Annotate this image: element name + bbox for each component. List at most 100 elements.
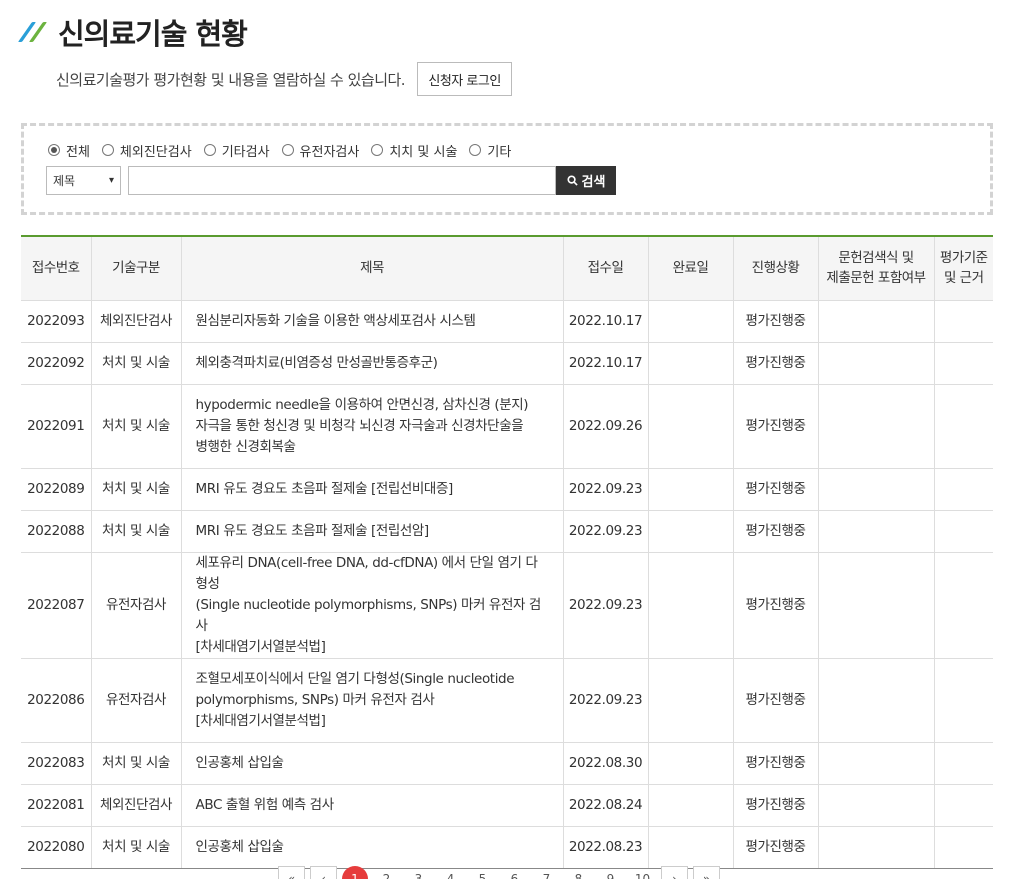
intro-row: 신의료기술평가 평가현황 및 내용을 열람하실 수 있습니다. 신청자 로그인: [56, 62, 513, 96]
technology-table: 접수번호 기술구분 제목 접수일 완료일 진행상황 문헌검색식 및 제출문헌 포함여부 평가기준…: [21, 235, 993, 869]
next-page-button[interactable]: ›: [661, 866, 688, 879]
basis-cell: [933, 784, 993, 827]
applicant-login-button[interactable]: 신청자 로그인: [417, 62, 513, 96]
search-field-select[interactable]: 제목 ▾: [46, 166, 121, 195]
received-date-cell: 2022.09.23: [562, 552, 648, 659]
page-number-button[interactable]: 6: [501, 866, 528, 879]
basis-cell: [933, 384, 993, 469]
received-date-cell: 2022.08.24: [562, 784, 648, 827]
receipt-no-cell: 2022083: [21, 742, 91, 785]
search-panel: 전체 체외진단검사 기타검사 유전자검사 치치 및 시술 기타 제목 ▾ 검색: [21, 123, 993, 215]
table-row[interactable]: 2022086 유전자검사 조혈모세포이식에서 단일 염기 다형성(Single n…: [21, 658, 993, 743]
radio-option[interactable]: 치치 및 시술: [371, 141, 457, 160]
completed-date-cell: [647, 300, 733, 343]
table-row[interactable]: 2022093 체외진단검사 원심분리자동화 기술을 이용한 액상세포검사 시스템 2…: [21, 300, 993, 343]
first-page-button[interactable]: «: [278, 866, 305, 879]
status-cell: 평가진행중: [732, 342, 818, 385]
radio-circle-icon: [281, 144, 294, 156]
basis-cell: [933, 342, 993, 385]
page-number-button[interactable]: 2: [373, 866, 400, 879]
completed-date-cell: [647, 742, 733, 785]
category-cell: 유전자검사: [90, 658, 181, 743]
completed-date-cell: [647, 384, 733, 469]
basis-cell: [933, 510, 993, 553]
search-input[interactable]: [128, 166, 556, 195]
page-header: 신의료기술 현황: [17, 10, 248, 54]
table-row[interactable]: 2022083 처치 및 시술 인공홍체 삽입술 2022.08.30 평가진행중: [21, 742, 993, 785]
category-cell: 처치 및 시술: [90, 742, 181, 785]
table-row[interactable]: 2022092 처치 및 시술 체외충격파치료(비염증성 만성골반통증후군) 2022…: [21, 342, 993, 385]
table-header-row: 접수번호 기술구분 제목 접수일 완료일 진행상황 문헌검색식 및 제출문헌 포함여부 평가기준…: [21, 236, 993, 301]
search-button[interactable]: 검색: [556, 166, 616, 195]
title-cell[interactable]: MRI 유도 경요도 초음파 절제술 [전립선비대증]: [180, 468, 563, 511]
basis-cell: [933, 658, 993, 743]
status-cell: 평가진행중: [732, 468, 818, 511]
receipt-no-cell: 2022081: [21, 784, 91, 827]
page-number-button[interactable]: 5: [469, 866, 496, 879]
status-cell: 평가진행중: [732, 552, 818, 659]
completed-date-cell: [647, 784, 733, 827]
category-cell: 유전자검사: [90, 552, 181, 659]
title-cell[interactable]: 원심분리자동화 기술을 이용한 액상세포검사 시스템: [180, 300, 563, 343]
receipt-no-cell: 2022087: [21, 552, 91, 659]
received-date-cell: 2022.10.17: [562, 300, 648, 343]
completed-date-cell: [647, 658, 733, 743]
category-cell: 처치 및 시술: [90, 826, 181, 869]
completed-date-cell: [647, 826, 733, 869]
col-received-date-header: 접수일: [562, 236, 648, 301]
radio-label: 치치 및 시술: [389, 144, 458, 160]
literature-cell: [817, 742, 934, 785]
received-date-cell: 2022.09.26: [562, 384, 648, 469]
completed-date-cell: [647, 468, 733, 511]
title-cell[interactable]: MRI 유도 경요도 초음파 절제술 [전립선암]: [180, 510, 563, 553]
col-status-header: 진행상황: [732, 236, 818, 301]
title-cell[interactable]: 세포유리 DNA(cell-free DNA, dd-cfDNA) 에서 단일 …: [180, 552, 563, 659]
page-number-button[interactable]: 9: [597, 866, 624, 879]
category-cell: 처치 및 시술: [90, 384, 181, 469]
page-number-button[interactable]: 4: [437, 866, 464, 879]
literature-cell: [817, 468, 934, 511]
radio-option[interactable]: 기타검사: [203, 141, 270, 160]
last-page-button[interactable]: »: [693, 866, 720, 879]
prev-page-button[interactable]: ‹: [310, 866, 337, 879]
table-row[interactable]: 2022089 처치 및 시술 MRI 유도 경요도 초음파 절제술 [전립선비대증…: [21, 468, 993, 511]
literature-cell: [817, 784, 934, 827]
literature-cell: [817, 826, 934, 869]
page-number-button[interactable]: 3: [405, 866, 432, 879]
radio-option[interactable]: 체외진단검사: [101, 141, 192, 160]
title-cell[interactable]: 인공홍체 삽입술: [180, 742, 563, 785]
search-button-label: 검색: [581, 175, 606, 190]
category-cell: 체외진단검사: [90, 784, 181, 827]
radio-option[interactable]: 전체: [48, 141, 90, 160]
table-row[interactable]: 2022080 처치 및 시술 인공홍체 삽입술 2022.08.23 평가진행중: [21, 826, 993, 869]
search-row: 제목 ▾ 검색: [46, 166, 616, 195]
status-cell: 평가진행중: [732, 826, 818, 869]
table-row[interactable]: 2022091 처치 및 시술 hypodermic needle을 이용하여 안면…: [21, 384, 993, 469]
table-row[interactable]: 2022088 처치 및 시술 MRI 유도 경요도 초음파 절제술 [전립선암] 2…: [21, 510, 993, 553]
page-number-button[interactable]: 10: [629, 866, 656, 879]
table-row[interactable]: 2022081 체외진단검사 ABC 출혈 위험 예측 검사 2022.08.24 평가…: [21, 784, 993, 827]
receipt-no-cell: 2022092: [21, 342, 91, 385]
page-number-button[interactable]: 8: [565, 866, 592, 879]
title-cell[interactable]: hypodermic needle을 이용하여 안면신경, 삼차신경 (분지) 자…: [180, 384, 563, 469]
radio-option[interactable]: 기타: [469, 141, 511, 160]
title-cell[interactable]: 체외충격파치료(비염증성 만성골반통증후군): [180, 342, 563, 385]
basis-cell: [933, 826, 993, 869]
page-number-button[interactable]: 1: [342, 866, 368, 879]
title-cell[interactable]: 조혈모세포이식에서 단일 염기 다형성(Single nucleotide pol…: [180, 658, 563, 743]
status-cell: 평가진행중: [732, 784, 818, 827]
page-number-button[interactable]: 7: [533, 866, 560, 879]
title-cell[interactable]: 인공홍체 삽입술: [180, 826, 563, 869]
basis-cell: [933, 300, 993, 343]
col-receipt-no-header: 접수번호: [21, 236, 91, 301]
col-basis-header: 평가기준 및 근거: [933, 236, 993, 301]
col-title-header: 제목: [180, 236, 563, 301]
radio-option[interactable]: 유전자검사: [281, 141, 359, 160]
radio-circle-icon: [469, 144, 482, 156]
table-row[interactable]: 2022087 유전자검사 세포유리 DNA(cell-free DNA, dd-c…: [21, 552, 993, 659]
col-category-header: 기술구분: [90, 236, 181, 301]
title-cell[interactable]: ABC 출혈 위험 예측 검사: [180, 784, 563, 827]
search-field-select-value: 제목: [53, 174, 76, 188]
status-cell: 평가진행중: [732, 510, 818, 553]
literature-cell: [817, 658, 934, 743]
